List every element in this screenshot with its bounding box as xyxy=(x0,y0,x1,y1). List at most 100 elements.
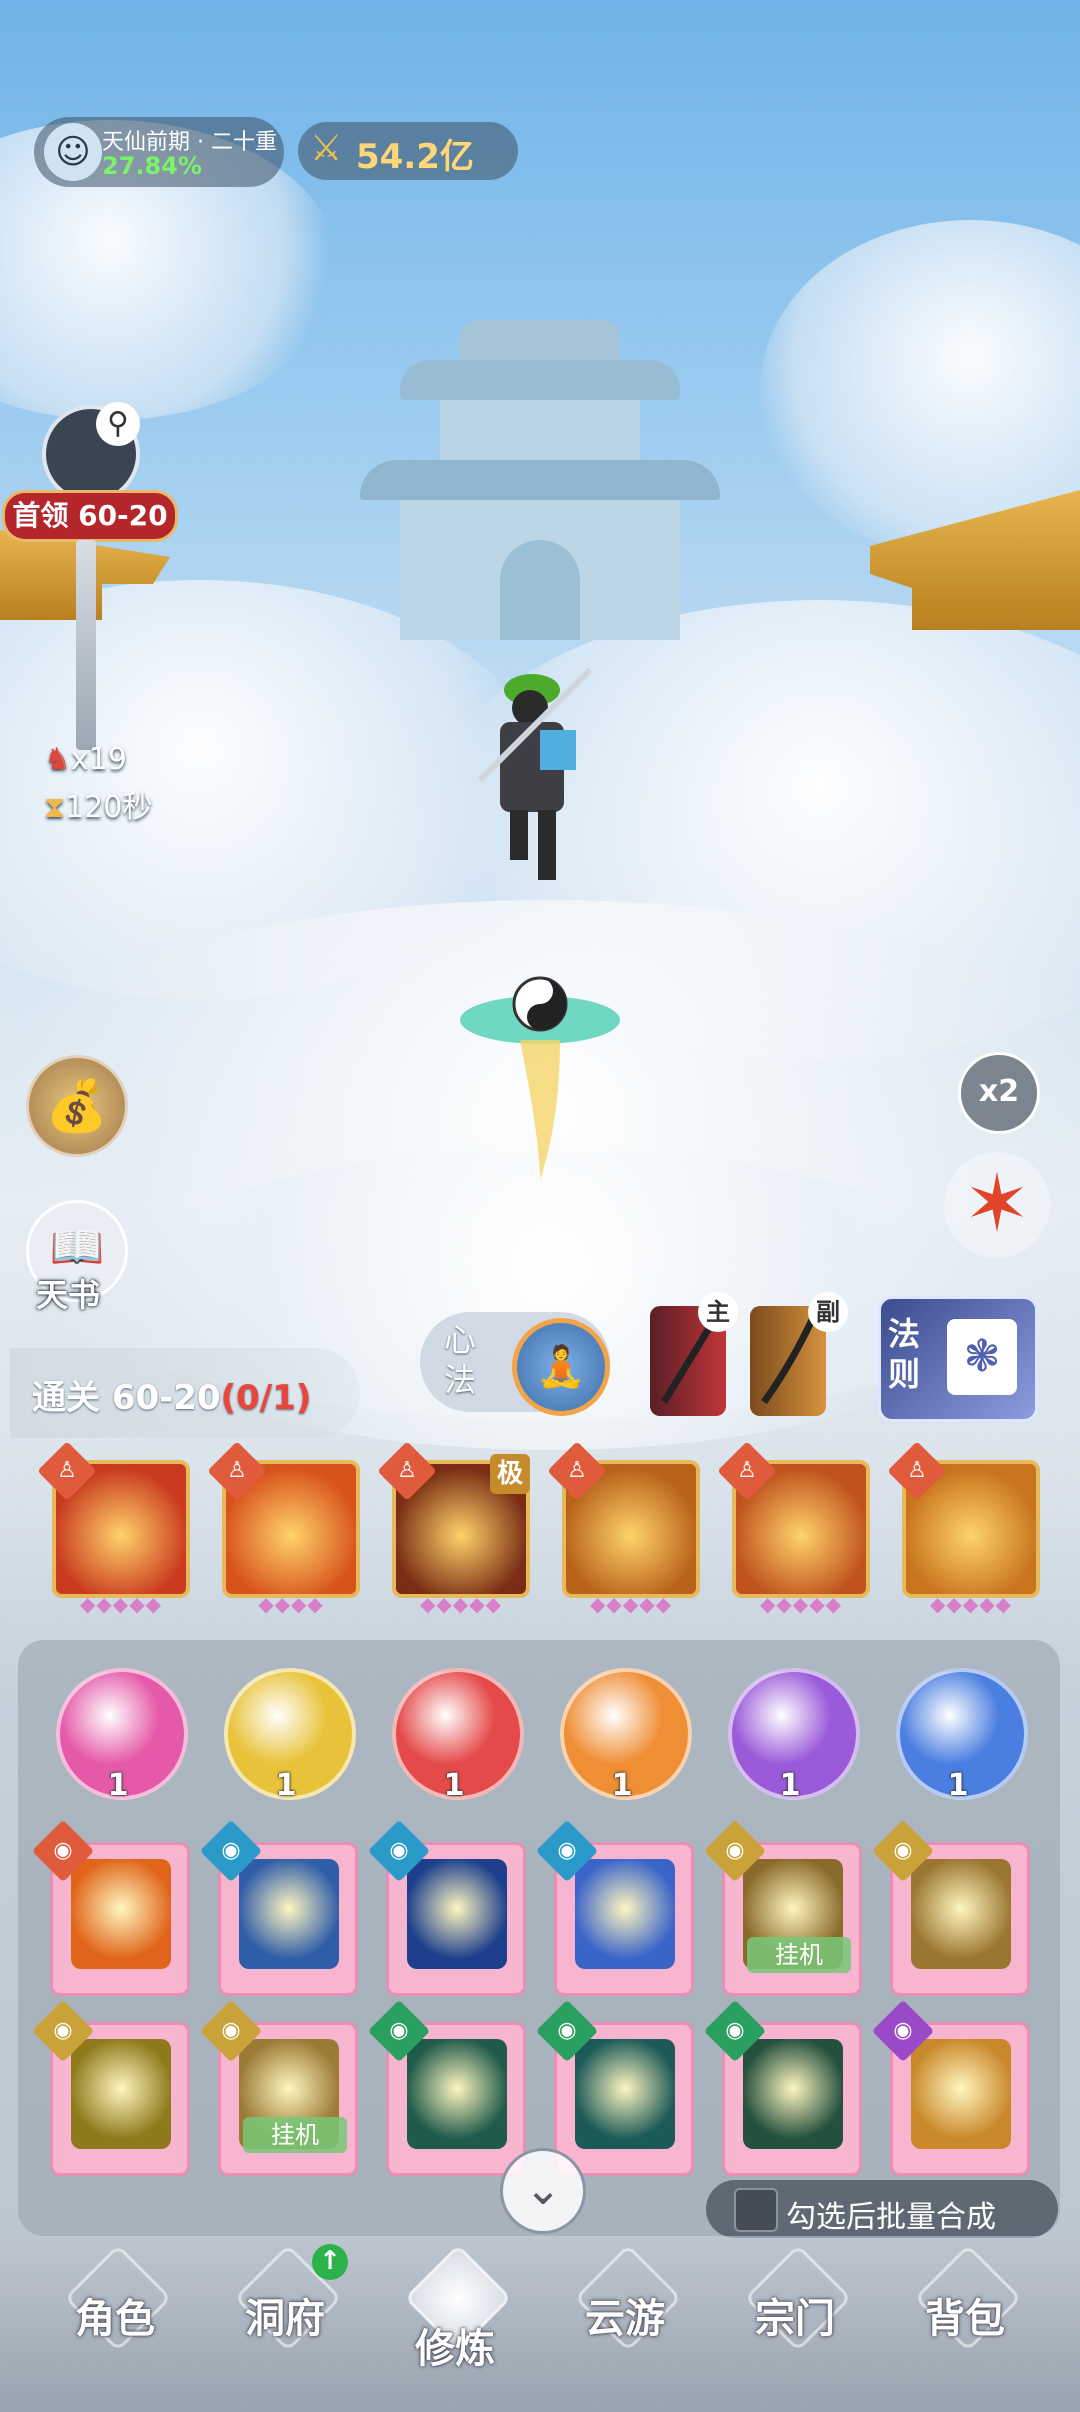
skill-star-pips: ◆◆◆◆◆ xyxy=(590,1592,672,1616)
orb-count: 1 xyxy=(107,1768,129,1803)
scroll-down-button[interactable]: ⌄ xyxy=(500,2148,586,2234)
hourglass-icon: ⧗ xyxy=(44,790,66,825)
element-badge-icon: ◉ xyxy=(703,1819,767,1883)
orb-count: 1 xyxy=(779,1768,801,1803)
element-badge-icon: ◉ xyxy=(535,1999,599,2063)
element-badge-icon: ◉ xyxy=(31,1999,95,2063)
nav-travel[interactable]: 云游 xyxy=(540,2244,710,2380)
skill-card[interactable]: ◉ xyxy=(31,1819,190,1996)
skill-card-art xyxy=(911,2039,1011,2149)
book-icon: 📖 xyxy=(49,1222,105,1273)
meditation-badge-icon: ♙ xyxy=(377,1441,437,1501)
skill-slot[interactable]: ♙ ◆◆◆◆ xyxy=(207,1441,360,1616)
nav-sect[interactable]: 宗门 xyxy=(710,2244,880,2380)
orb-count: 1 xyxy=(275,1768,297,1803)
nav-character[interactable]: 角色 xyxy=(30,2244,200,2380)
skill-card[interactable]: ◉ xyxy=(367,1819,526,1996)
demon-icon: ♞ xyxy=(44,742,71,777)
skill-card-art xyxy=(575,1859,675,1969)
skill-star-pips: ◆◆◆◆◆ xyxy=(80,1592,162,1616)
element-badge-icon: ◉ xyxy=(367,1819,431,1883)
sub-weapon-tag: 副 xyxy=(808,1292,848,1332)
meditation-badge-icon: ♙ xyxy=(717,1441,777,1501)
xinfa-meditation-icon[interactable]: 🧘 xyxy=(512,1318,610,1416)
nav-label: 宗门 xyxy=(755,2296,835,2342)
meditation-badge-icon: ♙ xyxy=(37,1441,97,1501)
skill-card[interactable]: ◉ 挂机 xyxy=(199,1999,358,2176)
skill-slot[interactable]: ♙ ◆◆◆◆◆ 极 xyxy=(377,1441,530,1616)
kill-count: ♞x19 xyxy=(44,742,127,777)
meditation-badge-icon: ♙ xyxy=(207,1441,267,1501)
element-badge-icon: ◉ xyxy=(31,1819,95,1883)
extreme-tag: 极 xyxy=(490,1454,530,1494)
combat-power-value: 54.2亿 xyxy=(356,137,474,177)
element-badge-icon: ◉ xyxy=(703,1999,767,2063)
main-weapon-tag: 主 xyxy=(698,1292,738,1332)
orb-count: 1 xyxy=(947,1768,969,1803)
element-badge-icon: ◉ xyxy=(535,1819,599,1883)
nav-label: 洞府 xyxy=(245,2296,325,2342)
nav-backpack[interactable]: 背包 xyxy=(880,2244,1050,2380)
skill-card[interactable]: ◉ xyxy=(31,1999,190,2176)
player-character xyxy=(470,660,600,890)
kill-count-value: x19 xyxy=(70,742,127,777)
boss-timer: ⧗120秒 xyxy=(44,782,152,826)
skill-card[interactable]: ◉ xyxy=(703,1999,862,2176)
skill-star-pips: ◆◆◆◆ xyxy=(258,1592,324,1616)
boss-progress-bar xyxy=(76,540,96,750)
stage-clear-text: 通关 60-20(0/1) xyxy=(32,1370,311,1419)
skill-slot[interactable]: ♙ ◆◆◆◆◆ xyxy=(547,1441,700,1616)
orb-count: 1 xyxy=(611,1768,633,1803)
element-badge-icon: ◉ xyxy=(199,1999,263,2063)
skill-star-pips: ◆◆◆◆◆ xyxy=(420,1592,502,1616)
skill-slot[interactable]: ♙ ◆◆◆◆◆ xyxy=(887,1441,1040,1616)
skill-card[interactable]: ◉ xyxy=(871,1819,1030,1996)
boss-timer-value: 120秒 xyxy=(65,790,153,825)
skill-card-art xyxy=(575,2039,675,2149)
skill-card-art xyxy=(407,1859,507,1969)
meditation-badge-icon: ♙ xyxy=(547,1441,607,1501)
skill-card[interactable]: ◉ xyxy=(367,1999,526,2176)
crossed-swords-icon: ⚔ xyxy=(310,128,343,169)
skill-card-art xyxy=(239,1859,339,1969)
yin-yang-lotus xyxy=(450,960,630,1180)
avatar-icon: ☺ xyxy=(44,123,102,181)
celestial-palace xyxy=(340,320,740,640)
stage-label: 通关 60-20 xyxy=(32,1378,221,1418)
skill-card[interactable]: ◉ xyxy=(535,1819,694,1996)
heaven-book-label: 天书 xyxy=(36,1276,101,1314)
skill-card-art xyxy=(407,2039,507,2149)
skill-slot[interactable]: ♙ ◆◆◆◆◆ xyxy=(717,1441,870,1616)
skill-card[interactable]: ◉ xyxy=(199,1819,358,1996)
meditation-badge-icon: ♙ xyxy=(887,1441,947,1501)
batch-merge-label: 勾选后批量合成 xyxy=(786,2200,996,2235)
speed-toggle-button[interactable]: x2 xyxy=(958,1052,1040,1134)
element-badge-icon: ◉ xyxy=(871,1819,935,1883)
auto-battle-tag: 挂机 xyxy=(243,2117,347,2153)
stage-progress: (0/1) xyxy=(220,1378,312,1418)
treasure-bag-button[interactable]: 💰 xyxy=(26,1055,128,1157)
nav-label: 角色 xyxy=(75,2296,155,2342)
skill-card[interactable]: ◉ xyxy=(871,1999,1030,2176)
nav-label: 云游 xyxy=(585,2296,665,2342)
skill-card[interactable]: ◉ 挂机 xyxy=(703,1819,862,1996)
upgrade-arrow-icon: ↑ xyxy=(312,2244,348,2280)
realm-progress: 27.84% xyxy=(102,152,202,180)
skill-slot[interactable]: ♙ ◆◆◆◆◆ xyxy=(37,1441,190,1616)
skill-card-art xyxy=(911,1859,1011,1969)
boss-stage-tag[interactable]: 首领 60-20 xyxy=(2,490,178,542)
skill-card-art xyxy=(71,2039,171,2149)
skill-card-art xyxy=(743,2039,843,2149)
batch-merge-checkbox[interactable] xyxy=(734,2188,778,2232)
element-badge-icon: ◉ xyxy=(871,1999,935,2063)
skill-star-pips: ◆◆◆◆◆ xyxy=(760,1592,842,1616)
element-badge-icon: ◉ xyxy=(367,1999,431,2063)
element-badge-icon: ◉ xyxy=(199,1819,263,1883)
hexagram-icon[interactable]: ✶ xyxy=(944,1152,1050,1258)
skill-card[interactable]: ◉ xyxy=(535,1999,694,2176)
nav-label: 背包 xyxy=(925,2296,1005,2342)
nav-label: 修炼 xyxy=(415,2326,495,2372)
law-emblem-icon: ❃ xyxy=(947,1319,1017,1395)
nav-cultivate[interactable]: 修炼 xyxy=(370,2244,540,2380)
magnifier-icon[interactable]: ⚲ xyxy=(96,402,140,446)
